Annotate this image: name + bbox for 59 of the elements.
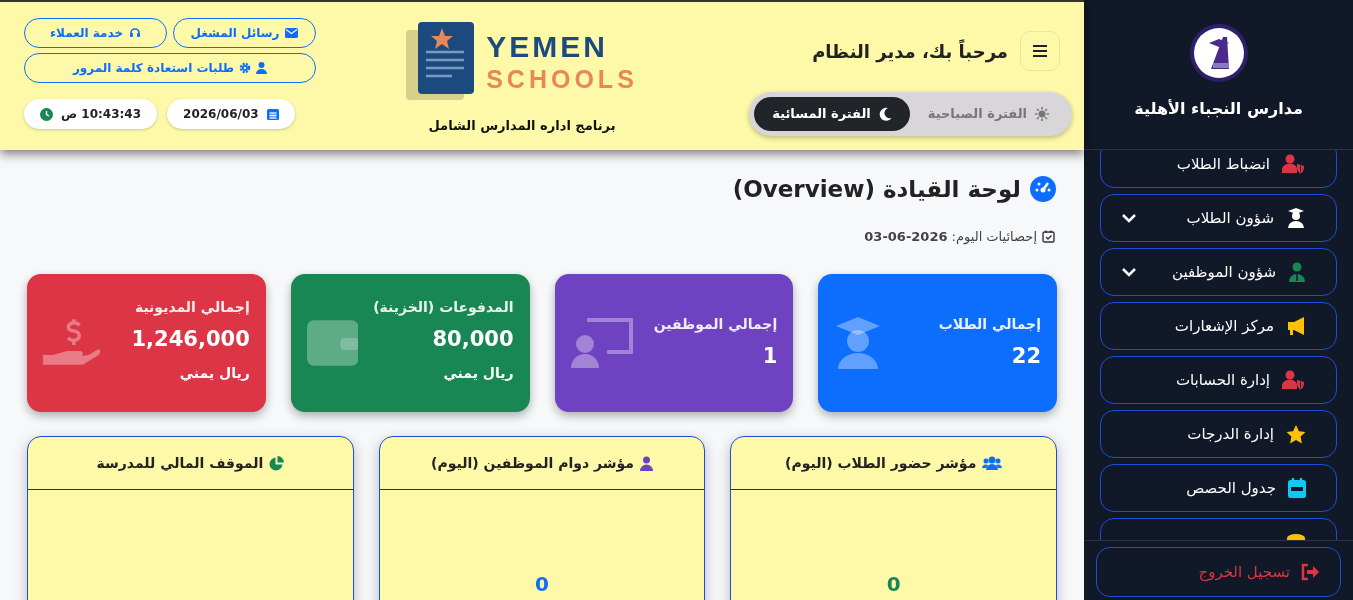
user-icon [256,62,268,74]
logo-text: YEMEN [486,30,609,64]
chevron-down-icon [1121,267,1137,277]
panel-value: 0 [886,572,901,596]
program-subtitle: برنامج اداره المدارس الشامل [428,117,616,135]
gear-icon [239,62,252,74]
date-display: 2026/06/03 [167,99,295,129]
panel-value: 0 [535,572,549,596]
clock-icon [40,107,53,121]
stat-title: إجمالي الطلاب [938,314,1041,334]
moon-icon [878,107,892,121]
stat-unit: ريال يمني [179,363,250,383]
users-icon [982,456,1003,470]
stat-unit: ريال يمني [443,363,514,383]
sidebar-item[interactable]: إدارة الدرجات [1100,410,1337,458]
stat-title: المدفوعات (الخزينة) [373,297,514,318]
megaphone-icon [1286,317,1306,335]
headset-icon [129,27,142,39]
logout-button[interactable]: تسجيل الخروج [1096,547,1341,597]
employee-icon [1288,262,1306,282]
logo-text: SCHOOLS [486,64,638,94]
gauge-icon [1029,175,1057,204]
sidebar-item[interactable]: مركز الإشعارات [1100,302,1337,350]
menu-icon [1032,44,1048,58]
period-tab[interactable]: الفترة المسائية [754,97,910,131]
stat-title: إجمالي المديونية [134,297,250,318]
user-shield-icon [1282,154,1306,174]
sidebar-item[interactable]: شؤون الموظفين [1100,248,1337,296]
menu-button[interactable] [1020,31,1060,71]
time-display: 10:43:43 ص [24,99,158,129]
calendar-icon [266,108,279,120]
envelope-icon [285,28,299,38]
logout-icon [1300,563,1320,581]
school-emblem-icon [1188,23,1249,83]
calendar-check-icon [1042,229,1055,243]
sidebar-item[interactable]: إدارة الحسابات [1100,356,1337,404]
chevron-down-icon [1121,213,1137,223]
pie-chart-icon [269,455,285,471]
sidebar-item[interactable]: شؤون الطلاب [1100,194,1337,242]
star-icon [1286,424,1306,444]
page-title: لوحة القيادة (Overview) [732,175,1021,205]
panel-title: مؤشر حضور الطلاب (اليوم) [785,453,977,474]
stat-value: 1,246,000 [131,325,250,353]
panel-title: الموقف المالي للمدرسة [96,453,264,474]
sun-icon [1035,107,1049,121]
wallet-icon [306,320,359,366]
stat-value: 1 [762,342,778,370]
stat-value: 80,000 [432,325,514,353]
stat-value: 22 [1011,342,1041,370]
stat-title: إجمالي الموظفين [653,314,778,335]
calendar-icon [1288,478,1306,498]
user-shield-icon [1282,370,1306,390]
teacher-board-icon [570,318,633,368]
panel-title: مؤشر دوام الموظفين (اليوم) [431,453,634,474]
graduate-icon [1286,208,1306,228]
school-name: مدارس النجباء الأهلية [1134,98,1303,120]
employee-icon [639,455,653,471]
welcome-text: مرحباً بك، مدير النظام [812,38,1008,65]
sidebar-item[interactable]: جدول الحصص [1100,464,1337,512]
